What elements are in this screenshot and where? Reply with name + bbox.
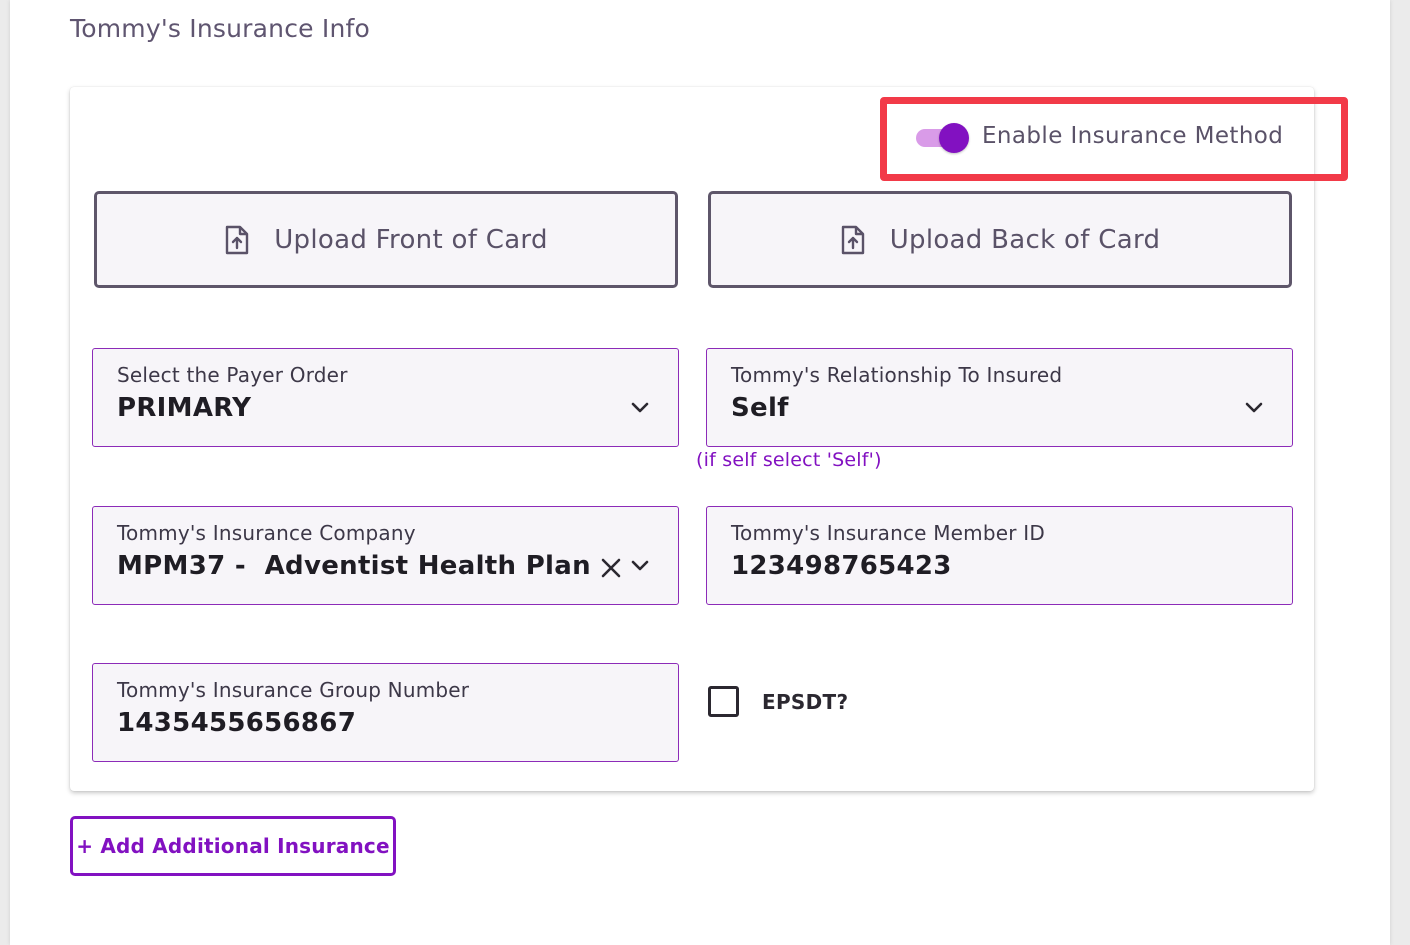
toggle-knob [939, 123, 969, 153]
epsdt-checkbox-row: EPSDT? [708, 686, 848, 717]
payer-order-value: PRIMARY [117, 393, 252, 423]
member-id-field[interactable]: Tommy's Insurance Member ID 123498765423 [706, 506, 1293, 605]
relationship-value: Self [731, 393, 789, 423]
upload-back-button[interactable]: Upload Back of Card [708, 191, 1292, 288]
chevron-down-icon[interactable] [630, 559, 650, 573]
enable-insurance-label: Enable Insurance Method [982, 123, 1284, 149]
relationship-select[interactable]: Tommy's Relationship To Insured Self [706, 348, 1293, 447]
enable-insurance-toggle[interactable] [906, 116, 969, 156]
clear-icon[interactable] [600, 557, 622, 579]
chevron-down-icon[interactable] [630, 401, 650, 415]
enable-insurance-toggle-row: Enable Insurance Method [906, 116, 1283, 156]
payer-order-label: Select the Payer Order [117, 363, 348, 387]
upload-front-label: Upload Front of Card [274, 224, 548, 255]
payer-order-select[interactable]: Select the Payer Order PRIMARY [92, 348, 679, 447]
group-number-value: 1435455656867 [117, 708, 357, 738]
member-id-label: Tommy's Insurance Member ID [731, 521, 1045, 545]
insurance-company-label: Tommy's Insurance Company [117, 521, 416, 545]
chevron-down-icon[interactable] [1244, 401, 1264, 415]
upload-front-button[interactable]: Upload Front of Card [94, 191, 678, 288]
add-additional-insurance-button[interactable]: + Add Additional Insurance [70, 816, 396, 876]
group-number-field[interactable]: Tommy's Insurance Group Number 143545565… [92, 663, 679, 762]
insurance-company-select[interactable]: Tommy's Insurance Company MPM37 - Advent… [92, 506, 679, 605]
relationship-helper-text: (if self select 'Self') [696, 449, 882, 471]
upload-back-label: Upload Back of Card [889, 224, 1161, 255]
file-upload-icon [841, 225, 864, 254]
file-upload-icon [226, 225, 249, 254]
insurance-company-value: MPM37 - Adventist Health Plan [117, 551, 591, 581]
section-title: Tommy's Insurance Info [70, 14, 370, 43]
group-number-label: Tommy's Insurance Group Number [117, 678, 470, 702]
epsdt-checkbox[interactable] [708, 686, 739, 717]
member-id-value: 123498765423 [731, 551, 952, 581]
relationship-label: Tommy's Relationship To Insured [731, 363, 1063, 387]
epsdt-label: EPSDT? [762, 689, 849, 714]
